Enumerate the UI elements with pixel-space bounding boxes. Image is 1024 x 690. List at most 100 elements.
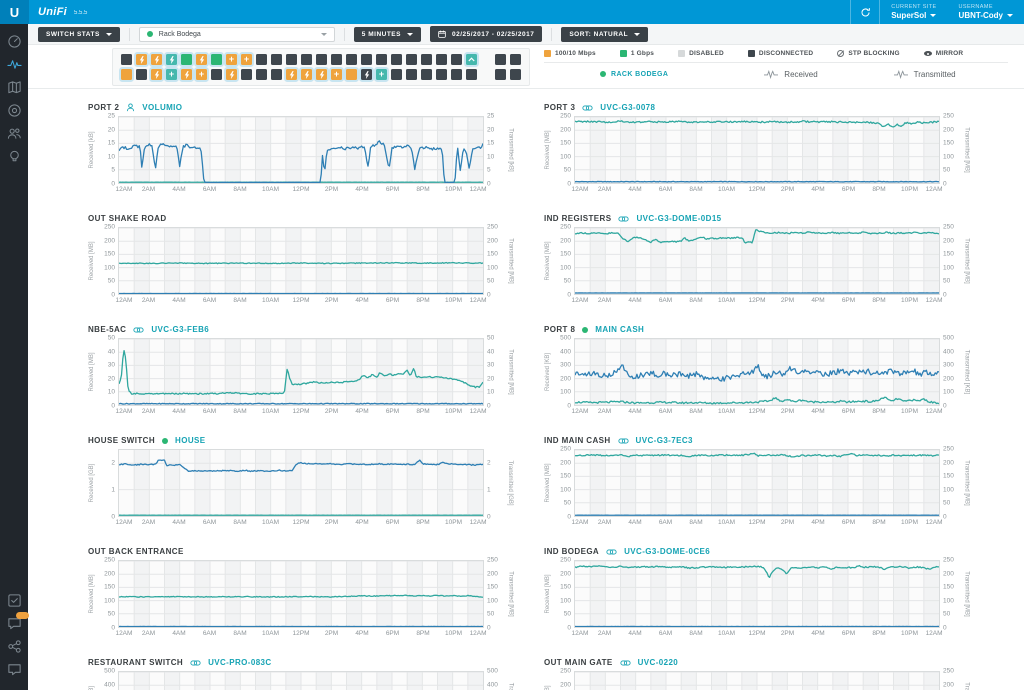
- port-cell-ob[interactable]: [196, 54, 207, 65]
- port-cell-tb[interactable]: [166, 54, 177, 65]
- port-cell-d[interactable]: [466, 69, 477, 80]
- port-cell-tp[interactable]: +: [376, 69, 387, 80]
- sort-dropdown[interactable]: SORT: NATURAL: [561, 27, 648, 42]
- y-tick-label: 20: [487, 375, 494, 382]
- chart-plot-area[interactable]: [118, 116, 484, 184]
- port-cell-g[interactable]: [181, 54, 192, 65]
- chart-plot-area[interactable]: [574, 560, 940, 628]
- port-cell-d[interactable]: [495, 69, 506, 80]
- port-cell-db[interactable]: [361, 69, 372, 80]
- chart-title: OUT MAIN GATE: [544, 658, 613, 667]
- port-cell-d[interactable]: [376, 54, 387, 65]
- chart-device-link[interactable]: UVC-PRO-083C: [208, 658, 271, 667]
- port-cell-tp[interactable]: +: [166, 69, 177, 80]
- sidebar-item-statistics[interactable]: [6, 56, 22, 72]
- port-cell-g[interactable]: [211, 54, 222, 65]
- port-cell-d[interactable]: [136, 69, 147, 80]
- port-cell-d[interactable]: [271, 54, 282, 65]
- port-cell-d[interactable]: [406, 69, 417, 80]
- chart-plot-area[interactable]: [118, 671, 484, 690]
- sidebar-item-chat[interactable]: [6, 661, 22, 677]
- chart-device-link[interactable]: VOLUMIO: [142, 103, 182, 112]
- chart-plot-area[interactable]: [118, 449, 484, 517]
- port-cell-d[interactable]: [391, 69, 402, 80]
- sidebar-item-settings[interactable]: [6, 638, 22, 654]
- port-cell-op[interactable]: +: [331, 69, 342, 80]
- chart-device-link[interactable]: HOUSE: [175, 436, 205, 445]
- chart-plot-area[interactable]: [574, 449, 940, 517]
- port-cell-d[interactable]: [391, 54, 402, 65]
- port-cell-d[interactable]: [451, 69, 462, 80]
- port-cell-d[interactable]: [421, 69, 432, 80]
- port-cell-d[interactable]: [256, 54, 267, 65]
- port-cell-d[interactable]: [451, 54, 462, 65]
- port-cell-d[interactable]: [286, 54, 297, 65]
- port-cell-d[interactable]: [301, 54, 312, 65]
- chart-device-link[interactable]: UVC-G3-0078: [600, 103, 655, 112]
- interval-dropdown[interactable]: 5 MINUTES: [354, 27, 421, 42]
- sidebar-item-devices[interactable]: [6, 102, 22, 118]
- x-tick-label: 2PM: [781, 186, 794, 193]
- chart-plot-area[interactable]: [574, 338, 940, 406]
- port-cell-d[interactable]: [495, 54, 506, 65]
- chart-plot-area[interactable]: [118, 338, 484, 406]
- chart-device-link[interactable]: UVC-0220: [638, 658, 679, 667]
- port-cell-d[interactable]: [316, 54, 327, 65]
- port-cell-d[interactable]: [421, 54, 432, 65]
- y-tick-label: 30: [108, 362, 115, 369]
- chart-plot-area[interactable]: [118, 227, 484, 295]
- sidebar-item-dashboard[interactable]: [6, 33, 22, 49]
- port-cell-d[interactable]: [121, 54, 132, 65]
- port-cell-tc[interactable]: [466, 54, 477, 65]
- sidebar-item-clients[interactable]: [6, 125, 22, 141]
- port-cell-d[interactable]: [256, 69, 267, 80]
- port-cell-o[interactable]: [346, 69, 357, 80]
- chart-device-link[interactable]: UVC-G3-7EC3: [636, 436, 693, 445]
- chart-plot-area[interactable]: [574, 116, 940, 184]
- port-cell-o[interactable]: [121, 69, 132, 80]
- chevron-down-icon: [1007, 14, 1013, 17]
- sidebar-item-events[interactable]: [6, 592, 22, 608]
- port-cell-ob[interactable]: [286, 69, 297, 80]
- sidebar-item-alerts[interactable]: [6, 615, 22, 631]
- port-cell-d[interactable]: [406, 54, 417, 65]
- sidebar-item-map[interactable]: [6, 79, 22, 95]
- port-cell-ob[interactable]: [151, 69, 162, 80]
- chart-device-link[interactable]: UVC-G3-DOME-0CE6: [624, 547, 710, 556]
- sidebar-item-insights[interactable]: [6, 148, 22, 164]
- chart-plot-area[interactable]: [118, 560, 484, 628]
- chart-plot-area[interactable]: [574, 227, 940, 295]
- x-tick-label: 4AM: [172, 408, 185, 415]
- port-cell-d[interactable]: [361, 54, 372, 65]
- chart-device-link[interactable]: MAIN CASH: [595, 325, 644, 334]
- port-cell-d[interactable]: [331, 54, 342, 65]
- site-device-select[interactable]: Rack Bodega: [139, 27, 335, 42]
- port-cell-op[interactable]: +: [196, 69, 207, 80]
- port-cell-d[interactable]: [346, 54, 357, 65]
- chart-device-link[interactable]: UVC-G3-FEB6: [151, 325, 209, 334]
- port-cell-d[interactable]: [436, 69, 447, 80]
- port-cell-ob[interactable]: [136, 54, 147, 65]
- port-cell-op[interactable]: +: [241, 54, 252, 65]
- chart-plot-area[interactable]: [574, 671, 940, 690]
- port-cell-ob[interactable]: [151, 54, 162, 65]
- port-cell-d[interactable]: [211, 69, 222, 80]
- port-cell-d[interactable]: [271, 69, 282, 80]
- port-cell-ob[interactable]: [226, 69, 237, 80]
- chart-device-link[interactable]: UVC-G3-DOME-0D15: [636, 214, 721, 223]
- port-cell-ob[interactable]: [181, 69, 192, 80]
- switch-stats-dropdown[interactable]: SWITCH STATS: [38, 27, 120, 42]
- port-cell-ob[interactable]: [316, 69, 327, 80]
- date-range-button[interactable]: 02/25/2017 - 02/25/2017: [430, 26, 542, 42]
- port-cell-d[interactable]: [510, 54, 521, 65]
- ubiquiti-logo[interactable]: U: [0, 0, 29, 24]
- refresh-button[interactable]: [850, 0, 880, 24]
- port-cell-op[interactable]: +: [226, 54, 237, 65]
- port-cell-d[interactable]: [510, 69, 521, 80]
- y-axis-left: Received [KB]5004003002001000: [88, 671, 118, 690]
- port-cell-d[interactable]: [436, 54, 447, 65]
- current-site-dropdown[interactable]: CURRENT SITE SuperSol: [891, 0, 936, 24]
- port-cell-d[interactable]: [241, 69, 252, 80]
- port-cell-ob[interactable]: [301, 69, 312, 80]
- username-dropdown[interactable]: USERNAME UBNT-Cody: [959, 0, 1013, 24]
